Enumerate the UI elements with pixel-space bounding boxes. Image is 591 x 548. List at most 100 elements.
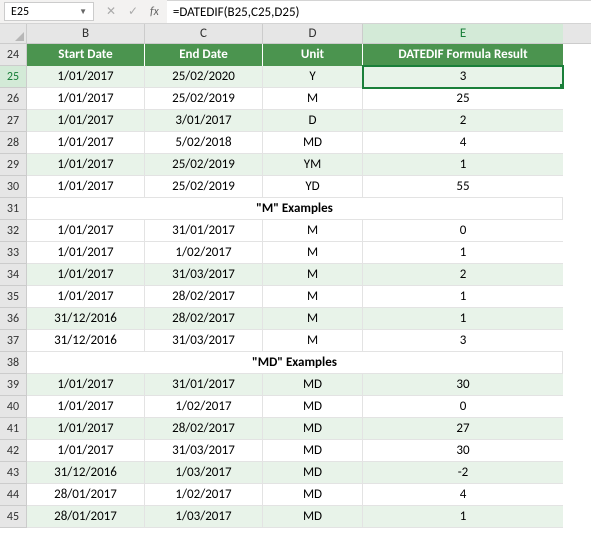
column-header-e[interactable]: E (363, 24, 563, 43)
row-header[interactable]: 36 (0, 308, 27, 330)
row-header[interactable]: 41 (0, 418, 27, 440)
row-header[interactable]: 35 (0, 286, 27, 308)
cell[interactable]: 1/01/2017 (27, 110, 145, 132)
cell[interactable]: 1/02/2017 (145, 242, 263, 264)
row-header[interactable]: 32 (0, 220, 27, 242)
cell[interactable]: 31/01/2017 (145, 220, 263, 242)
cell[interactable]: MD (263, 418, 363, 440)
cell[interactable]: 31/03/2017 (145, 440, 263, 462)
cell[interactable]: 0 (363, 220, 563, 242)
chevron-down-icon[interactable]: ▼ (79, 7, 87, 17)
row-header[interactable]: 29 (0, 154, 27, 176)
cell[interactable]: 2 (363, 110, 563, 132)
row-header[interactable]: 43 (0, 462, 27, 484)
cell[interactable]: 1/01/2017 (27, 242, 145, 264)
row-header[interactable]: 42 (0, 440, 27, 462)
cell[interactable]: 3 (363, 330, 563, 352)
cell[interactable]: 1 (363, 308, 563, 330)
cell[interactable]: 1/01/2017 (27, 176, 145, 198)
row-header[interactable]: 34 (0, 264, 27, 286)
cell[interactable]: 25/02/2019 (145, 154, 263, 176)
cell[interactable]: 1/01/2017 (27, 220, 145, 242)
enter-icon[interactable]: ✓ (126, 4, 140, 19)
cell[interactable]: 1/02/2017 (145, 484, 263, 506)
cell[interactable]: 4 (363, 132, 563, 154)
cell[interactable]: 1/01/2017 (27, 440, 145, 462)
column-header-d[interactable]: D (263, 24, 363, 43)
fx-icon[interactable]: fx (150, 5, 159, 19)
cell[interactable]: 28/01/2017 (27, 506, 145, 528)
cell[interactable]: 2 (363, 264, 563, 286)
cell[interactable]: 28/01/2017 (27, 484, 145, 506)
cell[interactable]: M (263, 330, 363, 352)
cell[interactable]: YD (263, 176, 363, 198)
cell[interactable]: 25 (363, 88, 563, 110)
cell[interactable]: 1/03/2017 (145, 506, 263, 528)
cell[interactable]: 31/03/2017 (145, 264, 263, 286)
name-box[interactable]: E25 ▼ (4, 2, 94, 21)
cell[interactable]: MD (263, 506, 363, 528)
cell[interactable]: 1/01/2017 (27, 374, 145, 396)
cell[interactable]: 0 (363, 396, 563, 418)
row-header[interactable]: 26 (0, 88, 27, 110)
cell[interactable]: MD (263, 440, 363, 462)
table-header-cell[interactable]: Start Date (27, 44, 145, 66)
row-header[interactable]: 25 (0, 66, 27, 88)
cell[interactable]: 31/01/2017 (145, 374, 263, 396)
row-header[interactable]: 28 (0, 132, 27, 154)
cell[interactable]: -2 (363, 462, 563, 484)
cell[interactable]: 1 (363, 154, 563, 176)
row-header[interactable]: 24 (0, 44, 27, 66)
cell[interactable]: 31/12/2016 (27, 462, 145, 484)
cell[interactable]: 31/03/2017 (145, 330, 263, 352)
row-header[interactable]: 37 (0, 330, 27, 352)
row-header[interactable]: 30 (0, 176, 27, 198)
cell[interactable]: 1/01/2017 (27, 396, 145, 418)
cell[interactable]: D (263, 110, 363, 132)
cell[interactable]: 55 (363, 176, 563, 198)
cell[interactable]: M (263, 242, 363, 264)
cell[interactable]: 25/02/2019 (145, 176, 263, 198)
cell[interactable]: 1/01/2017 (27, 154, 145, 176)
cell[interactable]: M (263, 88, 363, 110)
row-header[interactable]: 33 (0, 242, 27, 264)
cell[interactable]: 1 (363, 242, 563, 264)
cell[interactable]: 3/01/2017 (145, 110, 263, 132)
cell[interactable]: 30 (363, 440, 563, 462)
cell[interactable]: 31/12/2016 (27, 308, 145, 330)
cell[interactable]: 1 (363, 506, 563, 528)
select-all-corner[interactable] (0, 24, 27, 44)
cell[interactable]: 28/02/2017 (145, 286, 263, 308)
column-header-c[interactable]: C (145, 24, 263, 43)
row-header[interactable]: 39 (0, 374, 27, 396)
cell[interactable]: MD (263, 374, 363, 396)
cell[interactable]: 1/02/2017 (145, 396, 263, 418)
cell[interactable]: 3 (363, 66, 563, 88)
section-header[interactable]: "MD" Examples (27, 352, 563, 374)
cell[interactable]: 4 (363, 484, 563, 506)
cell[interactable]: 28/02/2017 (145, 308, 263, 330)
row-header[interactable]: 31 (0, 198, 27, 220)
table-header-cell[interactable]: DATEDIF Formula Result (363, 44, 563, 66)
cell[interactable]: 28/02/2017 (145, 418, 263, 440)
row-header[interactable]: 27 (0, 110, 27, 132)
cell[interactable]: 25/02/2019 (145, 88, 263, 110)
cell[interactable]: 1/01/2017 (27, 286, 145, 308)
table-header-cell[interactable]: Unit (263, 44, 363, 66)
cell[interactable]: M (263, 220, 363, 242)
cell[interactable]: 1/01/2017 (27, 132, 145, 154)
cell[interactable]: 1/01/2017 (27, 88, 145, 110)
cell[interactable]: MD (263, 132, 363, 154)
cell[interactable]: YM (263, 154, 363, 176)
row-header[interactable]: 40 (0, 396, 27, 418)
cell[interactable]: 1 (363, 286, 563, 308)
cell[interactable]: 31/12/2016 (27, 330, 145, 352)
cell[interactable]: 25/02/2020 (145, 66, 263, 88)
cell[interactable]: 1/03/2017 (145, 462, 263, 484)
cell[interactable]: 1/01/2017 (27, 66, 145, 88)
formula-input[interactable]: =DATEDIF(B25,C25,D25) (167, 0, 591, 23)
cell[interactable]: M (263, 264, 363, 286)
column-header-b[interactable]: B (27, 24, 145, 43)
cell[interactable]: MD (263, 462, 363, 484)
cell[interactable]: Y (263, 66, 363, 88)
